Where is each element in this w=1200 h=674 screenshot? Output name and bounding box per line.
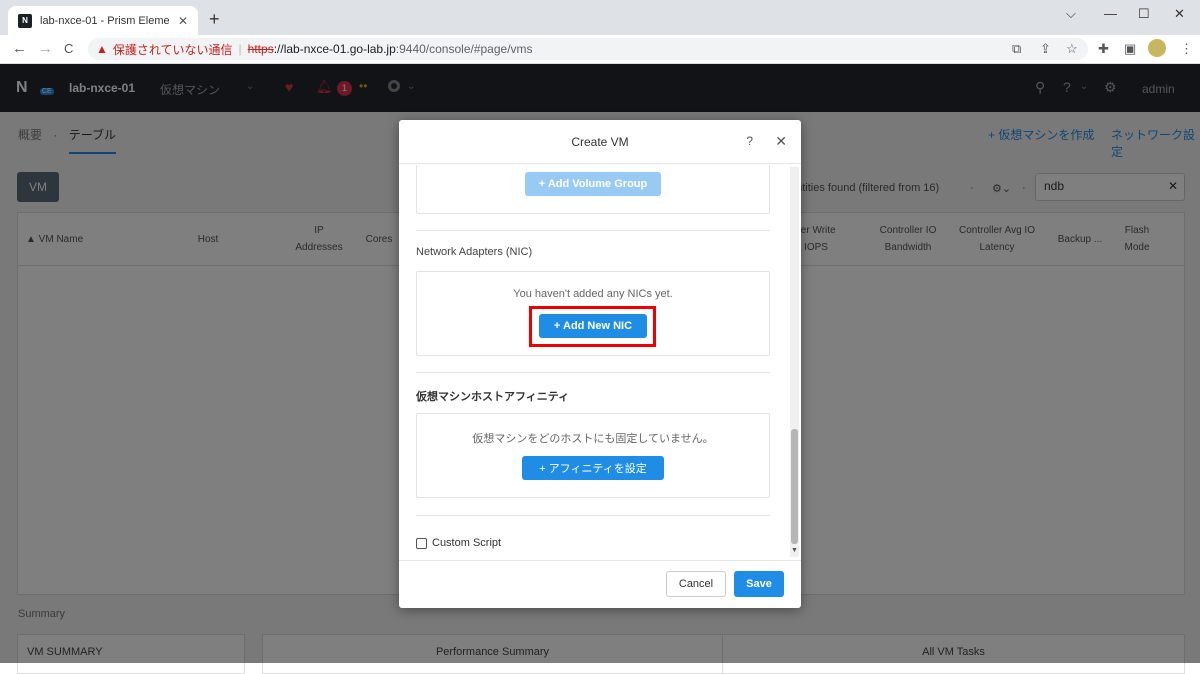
browser-tab[interactable]: N lab-nxce-01 - Prism Element ✕ <box>8 6 198 35</box>
warning-icon: ▲ <box>96 42 108 56</box>
add-new-nic-button[interactable]: + Add New NIC <box>539 314 647 338</box>
reload-button[interactable]: C <box>64 41 73 56</box>
insecure-label[interactable]: 保護されていない通信 <box>113 41 233 58</box>
dialog-title: Create VM <box>571 134 629 149</box>
help-icon[interactable]: ? <box>746 134 753 148</box>
tab-search-icon[interactable]: ⌵ <box>1066 6 1076 22</box>
maximize-button[interactable]: ☐ <box>1138 6 1150 22</box>
add-volume-group-button[interactable]: + Add Volume Group <box>525 172 661 196</box>
side-panel-icon[interactable]: ▣ <box>1124 41 1136 57</box>
volume-group-card: + Add Volume Group <box>416 165 770 214</box>
nic-empty-message: You haven't added any NICs yet. <box>513 288 673 300</box>
custom-script-label[interactable]: Custom Script <box>432 537 501 549</box>
forward-button[interactable]: → <box>38 40 53 57</box>
dialog-header: Create VM ? ✕ <box>399 120 801 164</box>
affinity-empty-message: 仮想マシンをどのホストにも固定していません。 <box>472 433 714 445</box>
minimize-button[interactable]: — <box>1104 6 1117 21</box>
dialog-footer: Cancel Save <box>399 560 801 608</box>
translate-icon[interactable]: ⧉ <box>1012 41 1021 57</box>
url-path: :9440/console/#page/vms <box>395 42 533 56</box>
back-button[interactable]: ← <box>12 40 27 57</box>
share-icon[interactable]: ⇪ <box>1040 41 1051 57</box>
dialog-body[interactable]: + Add Volume Group Network Adapters (NIC… <box>399 165 801 560</box>
address-separator: | <box>238 42 242 56</box>
custom-script-checkbox[interactable] <box>416 538 427 549</box>
url-scheme: https <box>247 42 274 56</box>
nic-card: You haven't added any NICs yet. + Add Ne… <box>416 271 770 356</box>
section-divider <box>416 515 770 516</box>
affinity-section-title: 仮想マシンホストアフィニティ <box>416 391 570 403</box>
close-icon[interactable]: ✕ <box>775 133 787 150</box>
tab-title: lab-nxce-01 - Prism Element <box>40 14 170 27</box>
scroll-down-arrow-icon[interactable]: ▼ <box>791 547 798 554</box>
new-tab-button[interactable]: + <box>209 9 220 30</box>
bookmark-star-icon[interactable]: ☆ <box>1066 41 1078 57</box>
set-affinity-button[interactable]: + アフィニティを設定 <box>522 456 664 480</box>
create-vm-dialog: Create VM ? ✕ + Add Volume Group Network… <box>399 120 801 608</box>
cancel-button[interactable]: Cancel <box>666 571 726 597</box>
section-divider <box>416 372 770 373</box>
address-bar[interactable]: ▲ 保護されていない通信 | https ://lab-nxce-01.go-l… <box>88 38 1088 60</box>
section-divider <box>416 230 770 231</box>
affinity-card: 仮想マシンをどのホストにも固定していません。 + アフィニティを設定 <box>416 413 770 498</box>
browser-toolbar: ← → C ▲ 保護されていない通信 | https ://lab-nxce-0… <box>0 35 1200 64</box>
nic-section-title: Network Adapters (NIC) <box>416 246 533 258</box>
dialog-scrollbar[interactable]: ▼ <box>790 167 799 557</box>
tab-close-icon[interactable]: ✕ <box>178 14 188 28</box>
browser-menu-icon[interactable]: ⋮ <box>1180 41 1193 57</box>
profile-avatar[interactable] <box>1148 39 1166 57</box>
prism-favicon-icon: N <box>18 13 32 28</box>
browser-tab-strip: N lab-nxce-01 - Prism Element ✕ + ⌵ — ☐ … <box>0 0 1200 35</box>
scrollbar-thumb[interactable] <box>791 429 798 544</box>
save-button[interactable]: Save <box>734 571 784 597</box>
extensions-icon[interactable]: ✚ <box>1098 41 1109 57</box>
close-window-button[interactable]: ✕ <box>1174 6 1185 22</box>
url-host: ://lab-nxce-01.go-lab.jp <box>273 42 396 56</box>
